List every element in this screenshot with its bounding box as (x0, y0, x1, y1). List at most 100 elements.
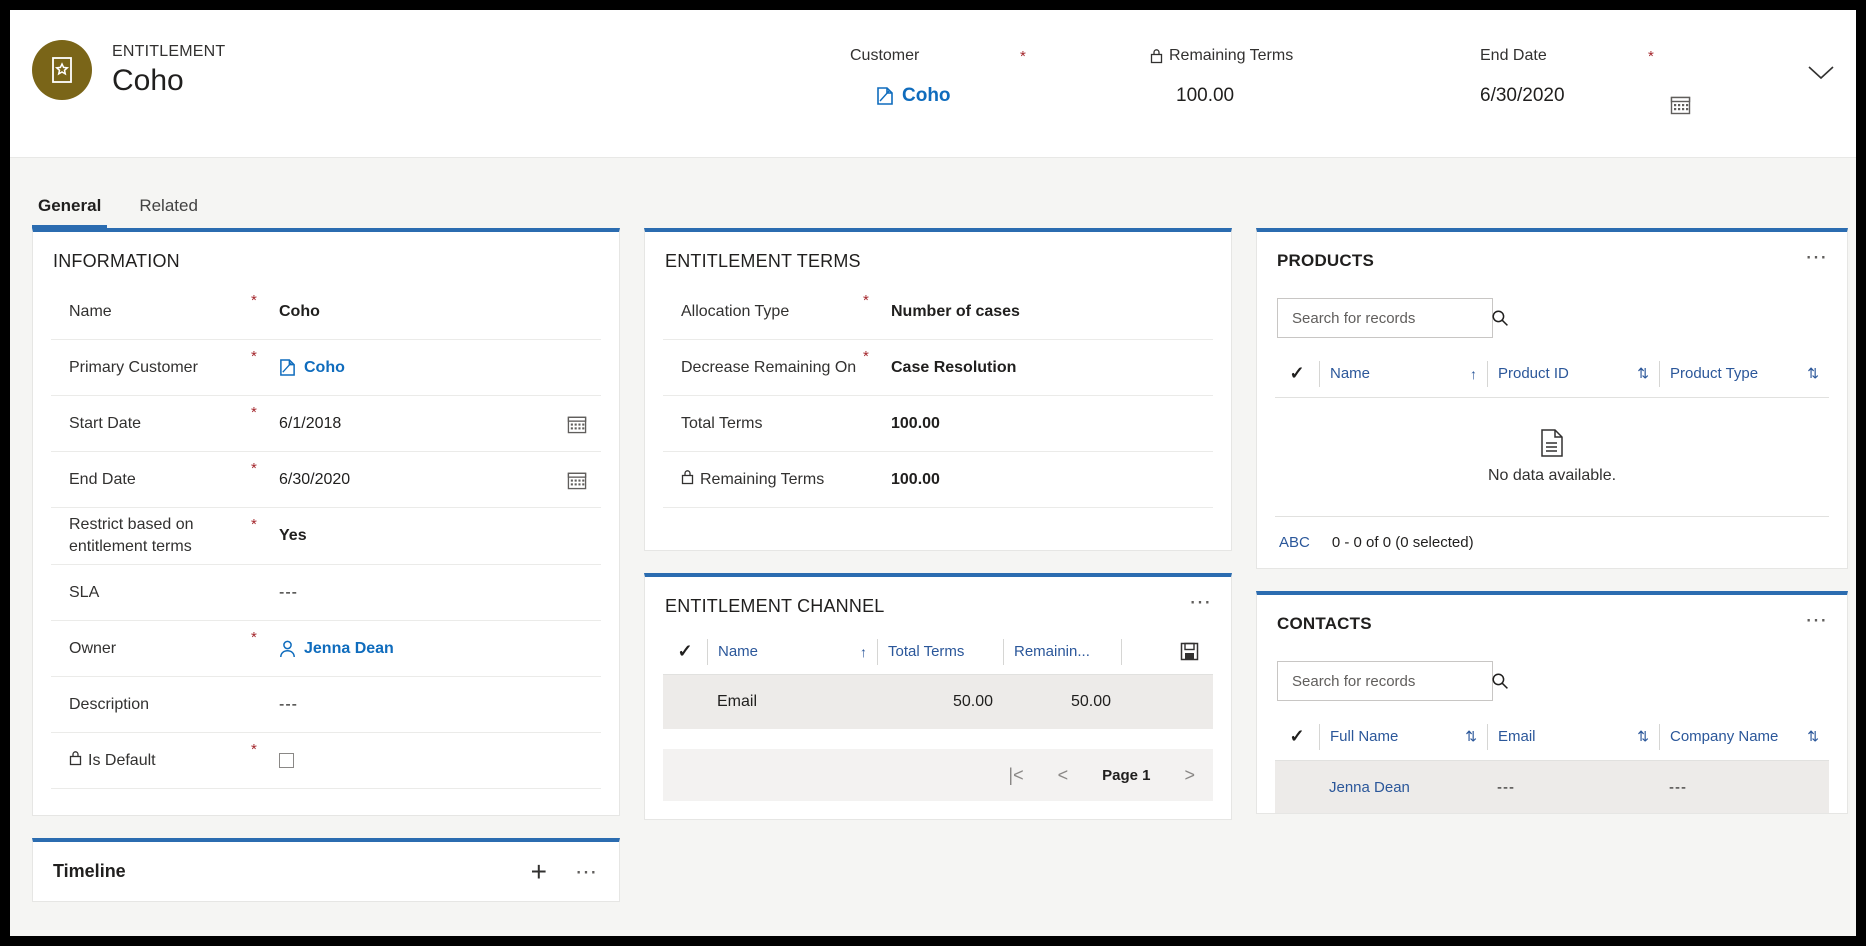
field-label: Description (69, 695, 150, 713)
search-input[interactable] (1292, 309, 1491, 327)
products-grid-header: ✓ Name ↑ Product ID ⇅ Product Type ⇅ (1275, 350, 1829, 398)
select-all-checkmark-icon[interactable]: ✓ (1275, 726, 1319, 747)
header-fields: Customer * Coho Remaining Terms 100.00 E… (850, 46, 1796, 115)
products-search-box[interactable] (1277, 298, 1508, 338)
field-value-link[interactable]: Jenna Dean (279, 638, 601, 660)
required-indicator: * (863, 292, 869, 309)
column-label: Total Terms (888, 643, 965, 660)
field-value-text: 6/1/2018 (279, 414, 342, 432)
more-icon[interactable]: ⋯ (1805, 609, 1829, 631)
field-decrease-remaining-on: Decrease Remaining On * Case Resolution (663, 340, 1213, 396)
select-all-checkmark-icon[interactable]: ✓ (663, 641, 707, 662)
alpha-filter-link[interactable]: ABC (1279, 534, 1310, 551)
required-indicator: * (251, 292, 257, 309)
column-header-full-name[interactable]: Full Name ⇅ (1319, 723, 1487, 750)
search-input[interactable] (1292, 672, 1491, 690)
calendar-icon[interactable] (1670, 94, 1691, 115)
column-header-product-id[interactable]: Product ID ⇅ (1487, 360, 1659, 387)
field-label: Allocation Type (681, 302, 790, 320)
empty-state-text: No data available. (1487, 467, 1617, 484)
required-indicator (863, 402, 891, 404)
cell-full-name[interactable]: Jenna Dean (1319, 779, 1487, 796)
field-value (279, 753, 601, 768)
cell-total-terms: 50.00 (952, 693, 993, 710)
field-label: Remaining Terms (700, 470, 825, 488)
contacts-search-box[interactable] (1277, 661, 1508, 701)
next-page-button[interactable]: > (1184, 765, 1195, 786)
field-label: Name (69, 302, 112, 320)
plus-icon[interactable]: + (531, 857, 547, 885)
table-row[interactable]: Jenna Dean --- --- (1275, 761, 1829, 813)
calendar-icon[interactable] (567, 470, 587, 490)
lock-icon (1150, 48, 1163, 64)
table-row[interactable]: Email 50.00 50.00 (663, 675, 1213, 729)
field-value: 100.00 (891, 470, 940, 488)
column-header-company-name[interactable]: Company Name ⇅ (1659, 723, 1829, 750)
account-icon (279, 358, 296, 377)
search-icon[interactable] (1491, 309, 1509, 327)
is-default-checkbox[interactable] (279, 753, 294, 768)
chevron-down-icon[interactable] (1806, 64, 1836, 82)
column-header-remaining-terms[interactable]: Remainin... (1003, 638, 1121, 665)
column-right: PRODUCTS ⋯ ✓ Name ↑ (1256, 228, 1848, 936)
required-indicator (251, 683, 279, 685)
field-primary-customer: Primary Customer * Coho (51, 340, 601, 396)
save-icon[interactable] (1169, 642, 1209, 661)
remaining-terms-label: Remaining Terms (1150, 46, 1480, 66)
search-icon[interactable] (1491, 672, 1509, 690)
required-indicator: * (1648, 48, 1654, 65)
column-label: Name (1330, 365, 1371, 382)
column-left: INFORMATION Name * Coho Primary Customer… (32, 228, 620, 936)
column-middle: ENTITLEMENT TERMS Allocation Type * Numb… (644, 228, 1232, 936)
required-indicator (863, 458, 891, 460)
entitlement-terms-title: ENTITLEMENT TERMS (665, 251, 861, 271)
column-header-email[interactable]: Email ⇅ (1487, 723, 1659, 750)
products-footer: ABC 0 - 0 of 0 (0 selected) (1275, 516, 1829, 568)
field-value[interactable]: Coho (279, 301, 601, 323)
previous-page-button[interactable]: < (1058, 765, 1069, 786)
field-start-date: Start Date * 6/1/2018 (51, 396, 601, 452)
field-value[interactable]: --- (279, 694, 601, 716)
more-icon[interactable]: ⋯ (1805, 246, 1829, 268)
entitlement-channel-title: ENTITLEMENT CHANNEL (665, 596, 885, 616)
field-value[interactable]: Yes (279, 525, 601, 547)
lock-icon (69, 750, 82, 766)
field-label: Restrict based on entitlement terms (69, 516, 194, 555)
record-count-text: 0 - 0 of 0 (0 selected) (1331, 534, 1474, 551)
record-header: ENTITLEMENT Coho Customer * Coho Remaini… (10, 10, 1856, 158)
customer-value-link[interactable]: Coho (876, 84, 1150, 108)
column-header-name[interactable]: Name ↑ (1319, 360, 1487, 387)
field-value[interactable]: 6/1/2018 (279, 413, 601, 435)
tab-general[interactable]: General (32, 196, 108, 228)
field-value[interactable]: --- (279, 582, 601, 604)
field-value-link[interactable]: Coho (279, 357, 601, 379)
calendar-icon[interactable] (567, 414, 587, 434)
timeline-title: Timeline (53, 861, 126, 881)
field-value[interactable]: Case Resolution (891, 357, 1213, 379)
lock-icon (681, 469, 694, 485)
column-header-total-terms[interactable]: Total Terms (877, 638, 1003, 665)
column-header-name[interactable]: Name ↑ (707, 638, 877, 665)
required-indicator (251, 571, 279, 573)
first-page-button[interactable]: |< (1008, 765, 1023, 786)
field-value[interactable]: 6/30/2020 (279, 469, 601, 491)
field-value[interactable]: 100.00 (891, 413, 1213, 435)
end-date-value[interactable]: 6/30/2020 (1480, 84, 1780, 108)
field-total-terms: Total Terms 100.00 (663, 396, 1213, 452)
select-all-checkmark-icon[interactable]: ✓ (1275, 363, 1319, 384)
products-empty-state: No data available. (1257, 398, 1847, 516)
field-value-text: Jenna Dean (304, 639, 394, 657)
header-field-end-date: End Date * 6/30/2020 (1480, 46, 1780, 115)
remaining-terms-label-text: Remaining Terms (1169, 47, 1294, 64)
record-identity: ENTITLEMENT Coho (32, 40, 225, 100)
page-title: Coho (112, 63, 184, 97)
entity-type-label: ENTITLEMENT (112, 42, 226, 60)
more-icon[interactable]: ⋯ (575, 860, 599, 882)
column-header-product-type[interactable]: Product Type ⇅ (1659, 360, 1829, 387)
channel-grid-pagination: |< < Page 1 > (663, 749, 1213, 801)
more-icon[interactable]: ⋯ (1189, 591, 1213, 613)
column-label: Product Type (1670, 365, 1759, 382)
tab-related[interactable]: Related (133, 196, 204, 228)
column-label: Name (718, 643, 759, 660)
field-value[interactable]: Number of cases (891, 301, 1213, 323)
